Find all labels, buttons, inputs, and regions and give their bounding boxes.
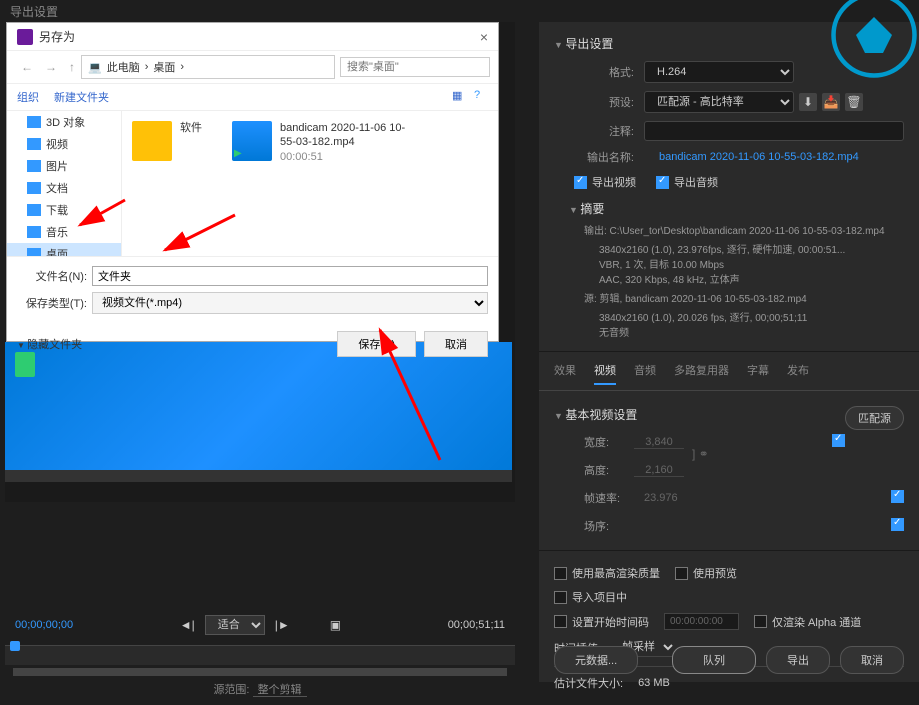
export-audio-checkbox[interactable]: 导出音频 [656,174,718,190]
output-name-label: 输出名称: [584,149,634,165]
sidebar-item[interactable]: 桌面 [7,243,121,256]
fps-value[interactable]: 23.976 [644,492,678,504]
file-list: 软件 bandicam 2020-11-06 10-55-03-182.mp4 … [122,111,498,256]
comments-input[interactable] [644,121,904,141]
output-name-link[interactable]: bandicam 2020-11-06 10-55-03-182.mp4 [659,151,859,163]
max-quality-checkbox[interactable]: 使用最高渲染质量 [554,565,660,581]
summary-header[interactable]: 摘要 [569,195,904,222]
hide-folders-toggle[interactable]: 隐藏文件夹 [17,336,82,352]
order-lock-checkbox[interactable] [891,518,904,531]
export-settings-panel: 导出设置 格式: H.264 预设: 匹配源 - 高比特率 ⬇ 📥 🗑 注释: … [539,22,919,682]
sidebar-item[interactable]: 视频 [7,133,121,155]
folder-item[interactable]: 软件 [132,121,202,246]
source-range-label: 源范围: [213,684,249,696]
organize-button[interactable]: 组织 [17,89,39,105]
view-icon[interactable]: ▦ [452,89,466,103]
est-size-label: 估计文件大小: [554,675,623,691]
range-bar[interactable] [13,668,508,676]
summary-source: 源: 剪辑, bandicam 2020-11-06 10-55-03-182.… [584,290,904,309]
timeline: 00;00;00;00 ◄| 适合 |► ▣ 00;00;51;11 源范围: … [5,610,515,697]
video-settings-header[interactable]: 基本视频设置 匹配源 [554,401,904,428]
tab-效果[interactable]: 效果 [554,362,576,385]
source-range-select[interactable]: 整个剪辑 [253,684,307,697]
watermark-logo [829,0,919,92]
preset-label: 预设: [584,94,634,110]
close-icon[interactable]: × [480,29,488,45]
delete-preset-icon[interactable]: 🗑 [845,93,863,111]
summary-source-details: 3840x2160 (1.0), 20.026 fps, 逐行, 00;00;5… [599,309,904,343]
tab-字幕[interactable]: 字幕 [747,362,769,385]
new-folder-button[interactable]: 新建文件夹 [54,89,109,105]
save-as-dialog: 另存为 × ← → ↑ 💻 此电脑 › 桌面 › 组织 新建文件夹 ▦ ? 3D… [6,22,499,342]
alpha-only-checkbox[interactable]: 仅渲染 Alpha 通道 [754,614,861,630]
width-label: 宽度: [584,434,634,450]
fps-lock-checkbox[interactable] [891,490,904,503]
in-timecode[interactable]: 00;00;00;00 [15,619,73,631]
filetype-select[interactable]: 视频文件(*.mp4) [92,292,488,314]
playhead[interactable] [10,641,20,651]
tab-发布[interactable]: 发布 [787,362,809,385]
width-lock-checkbox[interactable] [832,434,845,447]
crop-icon[interactable]: ▣ [330,618,341,632]
tab-视频[interactable]: 视频 [594,362,616,385]
sidebar-item[interactable]: 音乐 [7,221,121,243]
fps-label: 帧速率: [584,490,634,506]
tab-多路复用器[interactable]: 多路复用器 [674,362,729,385]
format-label: 格式: [584,64,634,80]
window-title: 导出设置 [0,0,919,22]
cancel-button[interactable]: 取消 [424,331,488,357]
filename-input[interactable] [92,266,488,286]
link-dimensions-icon[interactable]: ] ⚭ [692,447,709,461]
summary-output-details: 3840x2160 (1.0), 23.976fps, 逐行, 硬件加速, 00… [599,241,904,290]
metadata-button[interactable]: 元数据... [554,646,638,674]
import-preset-icon[interactable]: 📥 [822,93,840,111]
next-frame-icon[interactable]: |► [275,618,290,632]
est-size-value: 63 MB [638,677,670,689]
start-timecode-checkbox[interactable]: 设置开始时间码 [554,614,649,630]
preset-select[interactable]: 匹配源 - 高比特率 [644,91,794,113]
sidebar-item[interactable]: 下载 [7,199,121,221]
height-input[interactable] [634,464,684,477]
pc-icon: 💻 [88,61,102,74]
dialog-title: 另存为 [39,28,75,45]
match-source-button[interactable]: 匹配源 [845,406,904,430]
save-preset-icon[interactable]: ⬇ [799,93,817,111]
width-input[interactable] [634,436,684,449]
breadcrumb-item[interactable]: 桌面 [153,59,175,75]
settings-tabs: 效果视频音频多路复用器字幕发布 [539,352,919,391]
field-order-label: 场序: [584,518,634,534]
save-button[interactable]: 保存(S) [337,331,416,357]
queue-button[interactable]: 队列 [672,646,756,674]
start-timecode-input[interactable] [664,613,739,630]
nav-back-icon[interactable]: ← [15,58,39,76]
timeline-ruler[interactable] [5,645,515,665]
sidebar-item[interactable]: 图片 [7,155,121,177]
filename-label: 文件名(N): [17,268,87,284]
export-video-checkbox[interactable]: 导出视频 [574,174,636,190]
premiere-icon [17,29,33,45]
sidebar-item[interactable]: 3D 对象 [7,111,121,133]
format-select[interactable]: H.264 [644,61,794,83]
summary-output: 输出: C:\User_tor\Desktop\bandicam 2020-11… [584,222,904,241]
prev-frame-icon[interactable]: ◄| [180,618,195,632]
comments-label: 注释: [584,123,634,139]
breadcrumb-item[interactable]: 此电脑 [107,59,140,75]
video-file-item[interactable]: bandicam 2020-11-06 10-55-03-182.mp4 00:… [232,121,420,246]
use-preview-checkbox[interactable]: 使用预览 [675,565,737,581]
filetype-label: 保存类型(T): [17,295,87,311]
sidebar-item[interactable]: 文档 [7,177,121,199]
zoom-fit-select[interactable]: 适合 [205,615,265,635]
import-project-checkbox[interactable]: 导入项目中 [554,589,627,605]
height-label: 高度: [584,462,634,478]
cancel-export-button[interactable]: 取消 [840,646,904,674]
tab-音频[interactable]: 音频 [634,362,656,385]
nav-up-icon[interactable]: ↑ [63,58,81,76]
breadcrumb[interactable]: 💻 此电脑 › 桌面 › [81,55,335,79]
search-input[interactable] [340,57,490,77]
export-button[interactable]: 导出 [766,646,830,674]
folder-sidebar: 3D 对象视频图片文档下载音乐桌面 [7,111,122,256]
nav-forward-icon[interactable]: → [39,58,63,76]
out-timecode[interactable]: 00;00;51;11 [448,619,505,631]
help-icon[interactable]: ? [474,89,488,103]
